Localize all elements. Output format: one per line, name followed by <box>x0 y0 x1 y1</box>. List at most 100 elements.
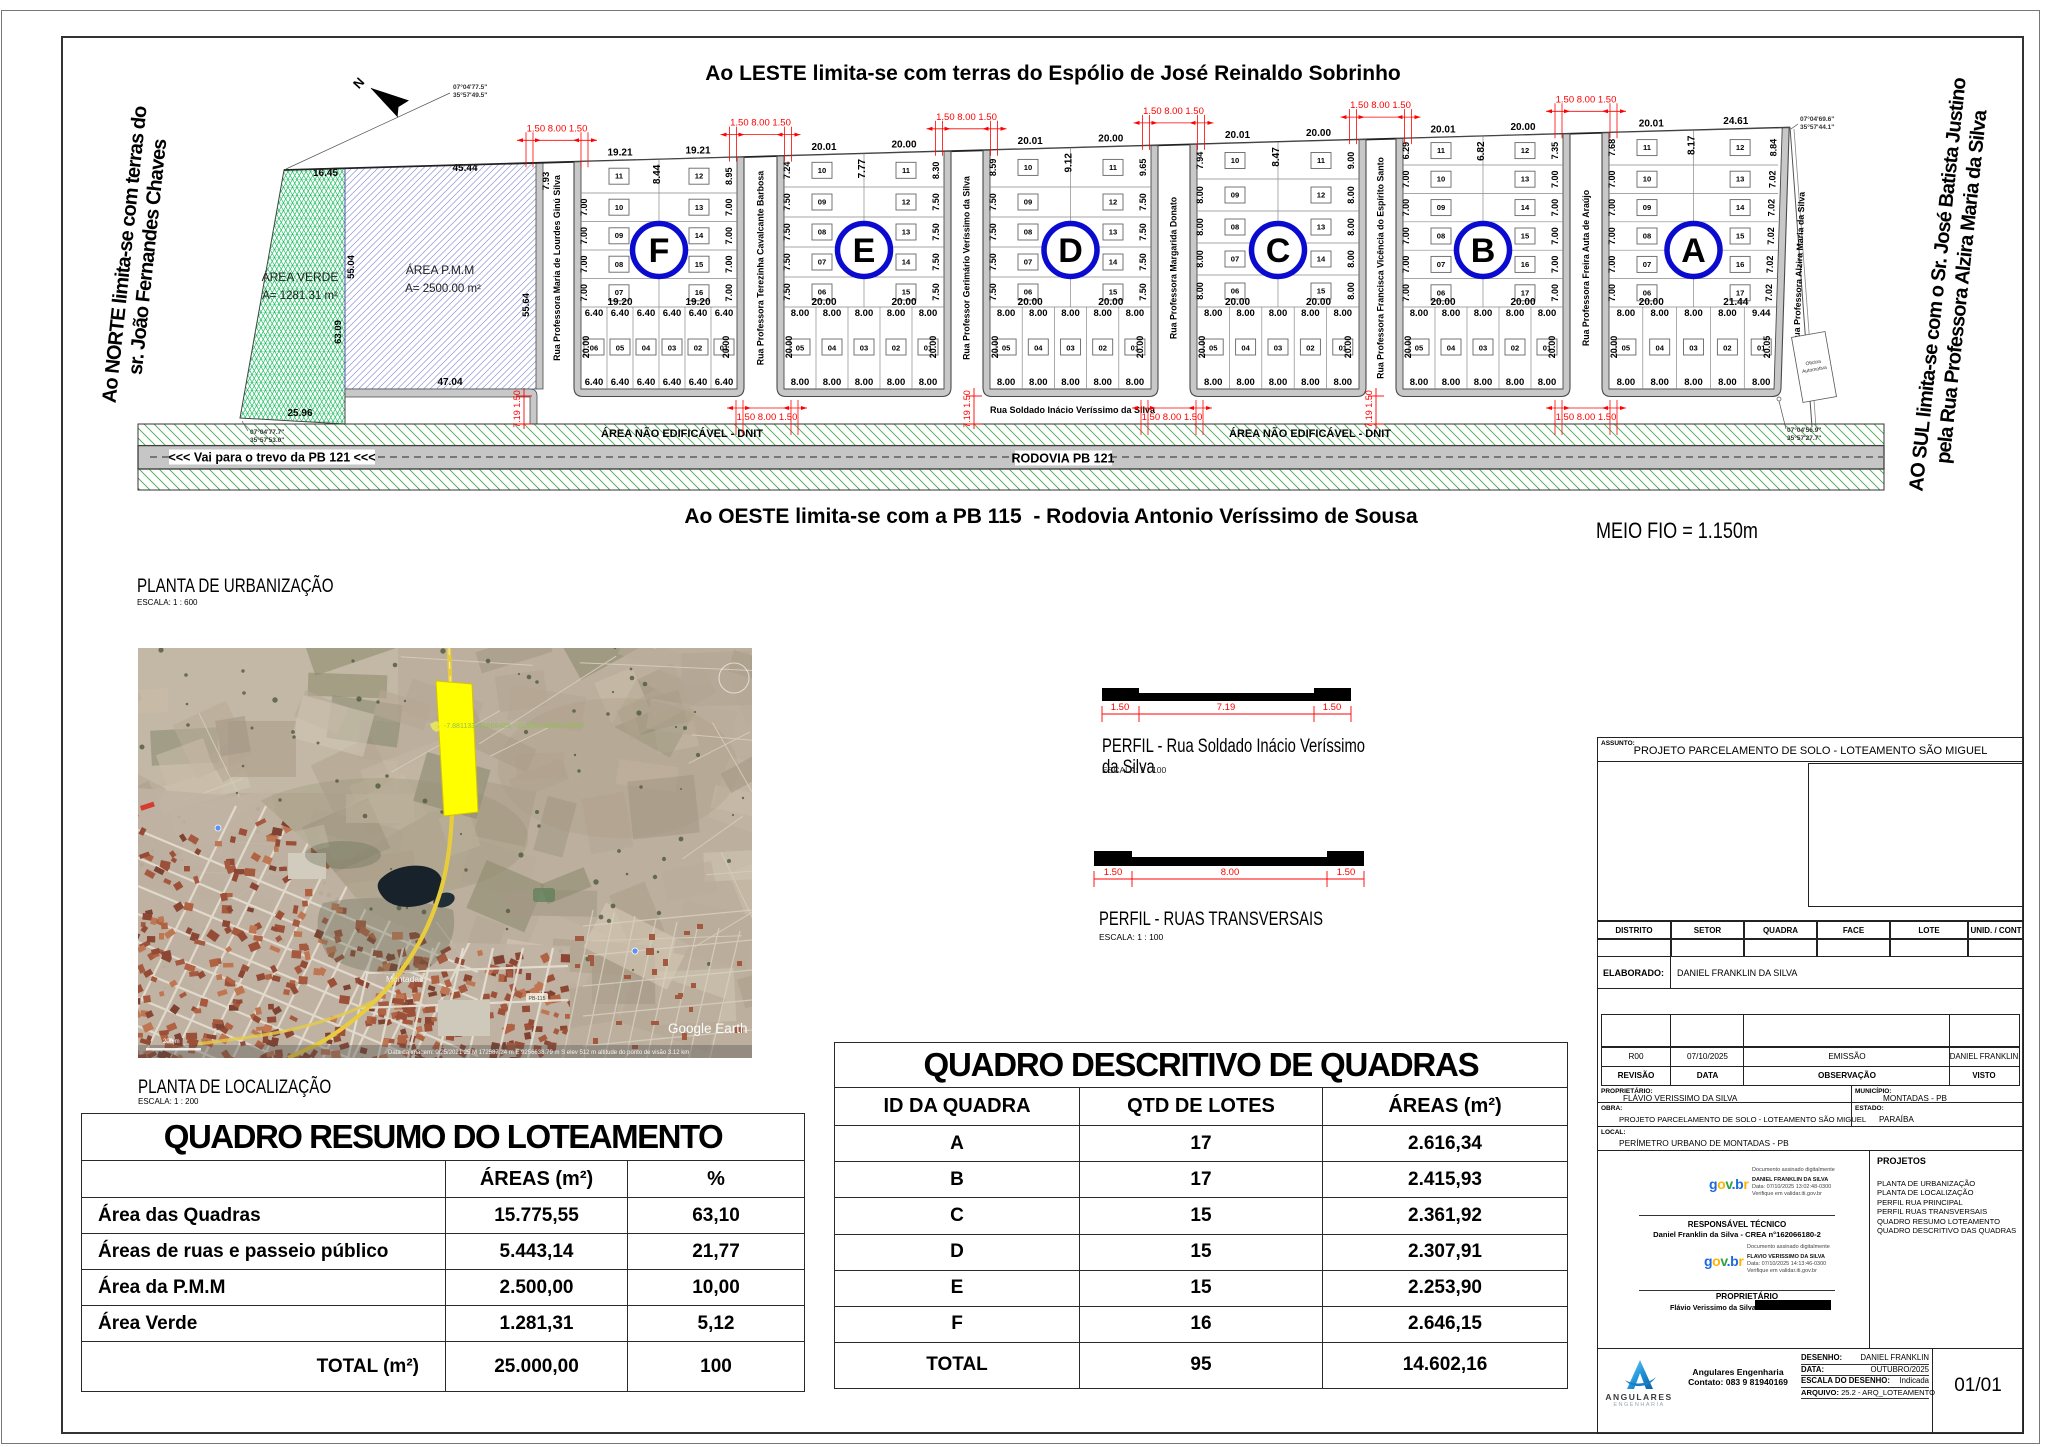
svg-text:7.00: 7.00 <box>1607 256 1617 274</box>
svg-text:04: 04 <box>828 344 837 353</box>
svg-text:7.68: 7.68 <box>1607 139 1617 157</box>
svg-text:35°57'49.5": 35°57'49.5" <box>453 91 487 99</box>
svg-text:63.09: 63.09 <box>333 320 344 344</box>
svg-text:14: 14 <box>1736 203 1745 212</box>
svg-text:20.00: 20.00 <box>1197 336 1207 359</box>
svg-text:13: 13 <box>1521 175 1529 184</box>
svg-text:05: 05 <box>616 344 625 353</box>
svg-text:35°57'44.1": 35°57'44.1" <box>1800 123 1834 131</box>
svg-text:13: 13 <box>902 228 910 237</box>
svg-text:08: 08 <box>818 228 826 237</box>
svg-text:7.50: 7.50 <box>931 283 941 301</box>
svg-text:8.00: 8.00 <box>1269 308 1288 319</box>
svg-text:21.44: 21.44 <box>1723 297 1748 308</box>
svg-text:8.00: 8.00 <box>823 308 842 319</box>
svg-text:13: 13 <box>1109 228 1117 237</box>
svg-text:09: 09 <box>1437 203 1445 212</box>
svg-text:7.00: 7.00 <box>1607 227 1617 245</box>
svg-text:08: 08 <box>1024 228 1032 237</box>
svg-text:25.96: 25.96 <box>287 408 312 419</box>
svg-text:8.00: 8.00 <box>1474 377 1493 388</box>
svg-text:6.40: 6.40 <box>689 377 708 388</box>
svg-text:20.01: 20.01 <box>1639 118 1664 129</box>
svg-text:20.00: 20.00 <box>1306 128 1331 139</box>
svg-text:03: 03 <box>860 344 868 353</box>
svg-text:8.00: 8.00 <box>1195 186 1205 204</box>
svg-text:8.00: 8.00 <box>1093 377 1112 388</box>
svg-text:07: 07 <box>1024 258 1032 267</box>
svg-text:14: 14 <box>695 231 704 240</box>
svg-text:6.29: 6.29 <box>1401 142 1411 160</box>
svg-text:8.00: 8.00 <box>1346 282 1356 300</box>
svg-text:6.40: 6.40 <box>637 308 656 319</box>
svg-text:8.00: 8.00 <box>1204 308 1223 319</box>
svg-text:10: 10 <box>1437 175 1445 184</box>
svg-text:1.50: 1.50 <box>1323 702 1342 713</box>
svg-text:8.00: 8.00 <box>1061 377 1080 388</box>
svg-text:20.00: 20.00 <box>1547 336 1557 359</box>
svg-text:7.35: 7.35 <box>1550 142 1560 160</box>
svg-text:Rua Professora Freira Auta de: Rua Professora Freira Auta de Araújo <box>1581 189 1591 346</box>
svg-text:7.50: 7.50 <box>931 193 941 211</box>
svg-text:19.21: 19.21 <box>685 145 710 156</box>
svg-text:12: 12 <box>1317 191 1325 200</box>
svg-text:8.00: 8.00 <box>1093 308 1112 319</box>
svg-text:1.50 8.00 1.50: 1.50 8.00 1.50 <box>1142 412 1203 423</box>
svg-text:06: 06 <box>1643 288 1651 297</box>
svg-text:6.40: 6.40 <box>663 308 682 319</box>
svg-text:-7.881133272866469, -35.958145: -7.881133272866469, -35.958145836126924 <box>444 723 585 730</box>
svg-text:07: 07 <box>1643 260 1651 269</box>
svg-text:8.00: 8.00 <box>1029 308 1048 319</box>
svg-text:8.00: 8.00 <box>1650 377 1669 388</box>
svg-text:11: 11 <box>1317 156 1326 165</box>
svg-text:08: 08 <box>615 260 623 269</box>
svg-text:8.00: 8.00 <box>1195 282 1205 300</box>
svg-text:6.40: 6.40 <box>585 377 604 388</box>
svg-text:1.50: 1.50 <box>1337 867 1356 878</box>
svg-text:8.00: 8.00 <box>1617 308 1636 319</box>
svg-text:8.00: 8.00 <box>1684 377 1703 388</box>
svg-text:19.21: 19.21 <box>607 148 632 159</box>
svg-text:7.00: 7.00 <box>1550 227 1560 245</box>
svg-text:1.50 8.00 1.50: 1.50 8.00 1.50 <box>1143 106 1204 117</box>
svg-text:20.00: 20.00 <box>1430 297 1455 308</box>
svg-text:10: 10 <box>1024 163 1032 172</box>
svg-text:7.50: 7.50 <box>782 283 792 301</box>
svg-text:8.00: 8.00 <box>1474 308 1493 319</box>
svg-text:12: 12 <box>902 198 910 207</box>
svg-text:C: C <box>1266 232 1291 270</box>
svg-text:F: F <box>649 232 670 270</box>
svg-text:PB-115: PB-115 <box>529 996 546 1002</box>
svg-text:8.00: 8.00 <box>1126 308 1145 319</box>
svg-text:6.82: 6.82 <box>1476 141 1487 161</box>
svg-text:02: 02 <box>892 344 900 353</box>
svg-text:20.01: 20.01 <box>1430 124 1455 135</box>
svg-text:47.04: 47.04 <box>437 377 462 388</box>
svg-text:04: 04 <box>1447 344 1456 353</box>
svg-text:07: 07 <box>1231 255 1239 264</box>
svg-text:19.20: 19.20 <box>685 297 710 308</box>
svg-text:7.02: 7.02 <box>1767 199 1777 217</box>
svg-text:08: 08 <box>1231 223 1239 232</box>
svg-text:1.50 8.00 1.50: 1.50 8.00 1.50 <box>936 112 997 123</box>
svg-text:09: 09 <box>1231 191 1239 200</box>
svg-text:20.00: 20.00 <box>891 297 916 308</box>
svg-text:7.00: 7.00 <box>1401 227 1411 245</box>
svg-text:9.00: 9.00 <box>1346 152 1356 170</box>
svg-text:8.00: 8.00 <box>1126 377 1145 388</box>
svg-text:8.47: 8.47 <box>1271 147 1282 167</box>
svg-text:8.00: 8.00 <box>887 308 906 319</box>
svg-text:7.02: 7.02 <box>1764 284 1774 302</box>
svg-text:8.00: 8.00 <box>1334 308 1353 319</box>
svg-text:20.00: 20.00 <box>990 336 1000 359</box>
svg-text:6.40: 6.40 <box>663 377 682 388</box>
svg-text:6.40: 6.40 <box>637 377 656 388</box>
svg-text:6.40: 6.40 <box>689 308 708 319</box>
svg-text:8.84: 8.84 <box>1769 139 1779 157</box>
svg-text:8.00: 8.00 <box>1195 250 1205 268</box>
svg-text:8.00: 8.00 <box>791 308 810 319</box>
svg-text:24.61: 24.61 <box>1723 116 1748 127</box>
svg-text:6.40: 6.40 <box>611 308 630 319</box>
svg-text:12: 12 <box>1736 143 1744 152</box>
svg-text:20.01: 20.01 <box>1018 136 1043 147</box>
